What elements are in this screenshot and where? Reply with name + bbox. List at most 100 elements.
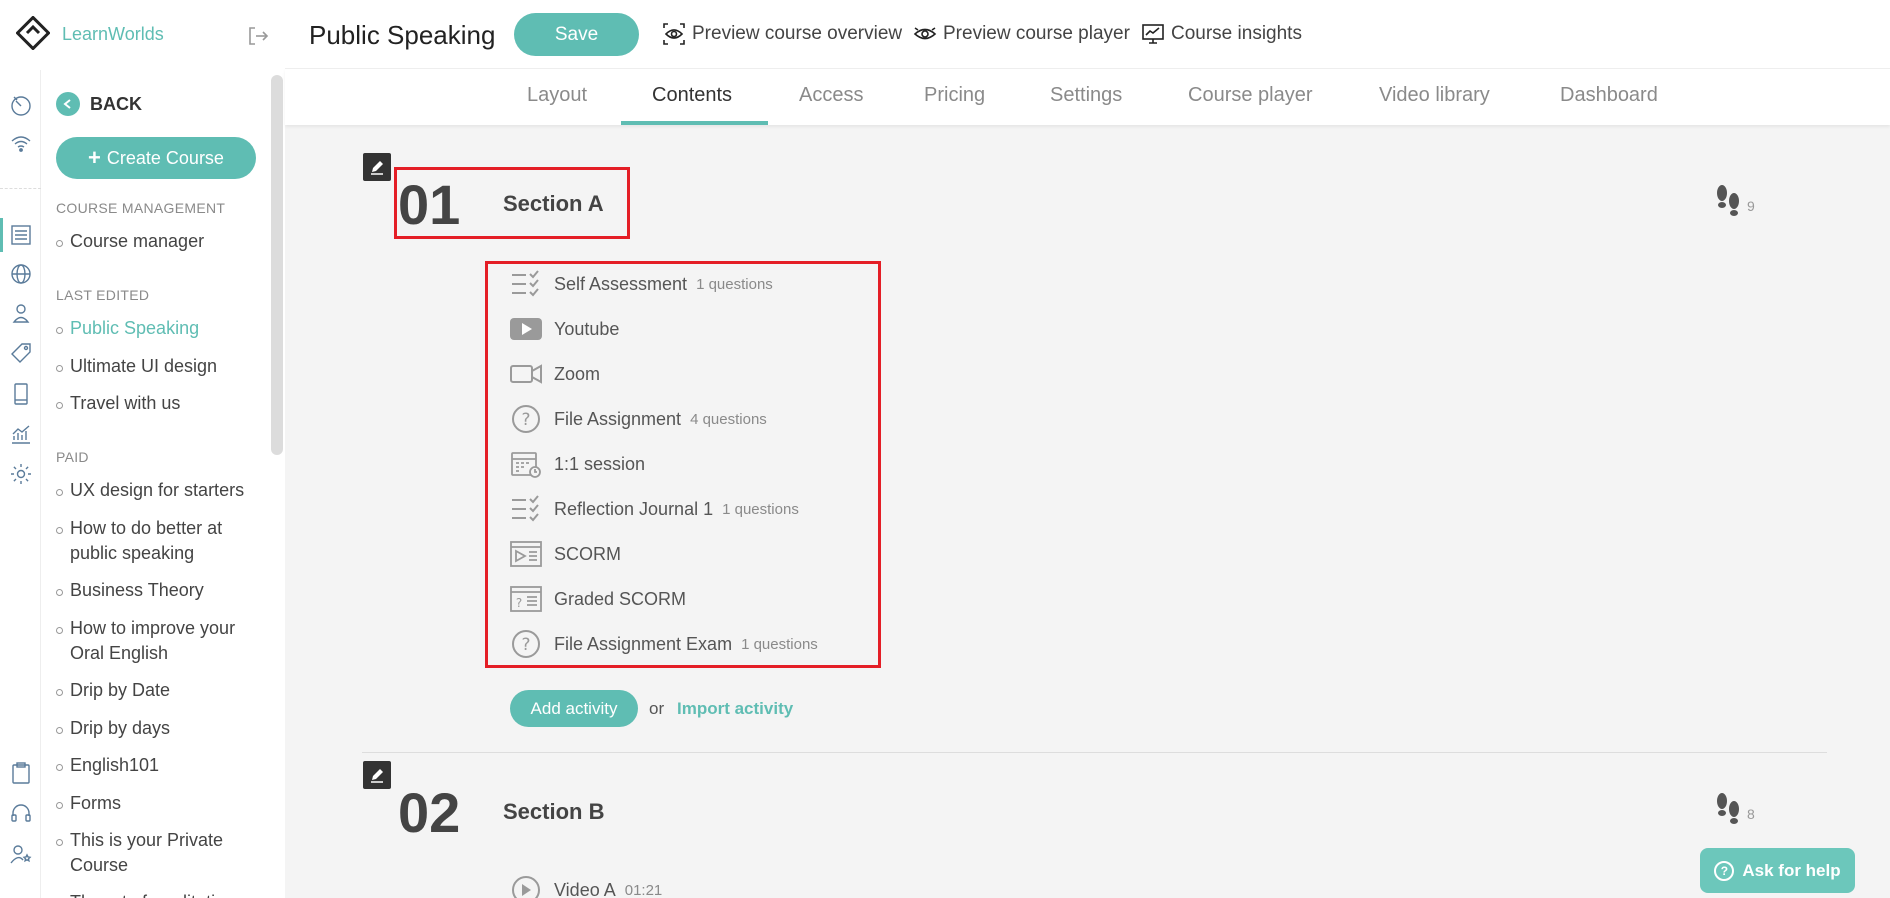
activity-self-assessment[interactable]: Self Assessment 1 questions: [508, 267, 773, 301]
activity-name: Reflection Journal 1: [554, 498, 714, 519]
analytics-icon[interactable]: [8, 421, 34, 447]
sidebar-item-forms[interactable]: Forms: [56, 791, 266, 816]
active-tab-indicator: [621, 121, 768, 125]
sidebar-item-english101[interactable]: English101: [56, 753, 266, 778]
activity-meta: 1 questions: [741, 635, 818, 653]
graded-scorm-icon: ?: [508, 583, 544, 615]
or-text: or: [649, 699, 665, 718]
courses-icon[interactable]: [8, 222, 34, 248]
sidebar-item-course-manager[interactable]: Course manager: [56, 229, 266, 254]
mobile-icon[interactable]: [8, 381, 34, 407]
activity-name: SCORM: [554, 543, 621, 564]
icon-rail: [0, 0, 41, 898]
activity-file-assignment-exam[interactable]: ? File Assignment Exam 1 questions: [508, 627, 818, 661]
activity-meta: 01:21: [624, 881, 663, 898]
tab-dashboard[interactable]: Dashboard: [1560, 84, 1658, 107]
activity-one-on-one-session[interactable]: 1:1 session: [508, 447, 645, 481]
tab-settings[interactable]: Settings: [1050, 84, 1122, 107]
sidebar-item-art-of-meditation[interactable]: The art of meditation: [56, 890, 266, 898]
preview-overview-label: Preview course overview: [692, 23, 903, 44]
activity-name: Graded SCORM: [554, 588, 687, 609]
sidebar-item-drip-by-date[interactable]: Drip by Date: [56, 678, 266, 703]
sidebar-item-public-speaking[interactable]: Public Speaking: [56, 316, 266, 341]
add-activity-button[interactable]: Add activity: [510, 690, 638, 727]
preview-player-label: Preview course player: [943, 23, 1130, 44]
edit-section-b-button[interactable]: [363, 761, 391, 789]
zoom-icon: [508, 358, 544, 390]
page-title: Public Speaking: [309, 20, 496, 50]
dashboard-icon[interactable]: [8, 92, 34, 118]
stars-user-icon[interactable]: [8, 841, 34, 867]
edit-section-a-button[interactable]: [363, 153, 391, 181]
section-b-number: 02: [398, 781, 461, 844]
eye-icon: [913, 27, 937, 40]
section-b-title[interactable]: Section B: [503, 799, 604, 825]
sidebar-heading-course-management: COURSE MANAGEMENT: [56, 200, 226, 216]
question-icon: ?: [508, 628, 544, 660]
section-a-title[interactable]: Section A: [503, 191, 604, 217]
activity-zoom[interactable]: Zoom: [508, 357, 600, 391]
footsteps-icon: [1717, 185, 1739, 216]
activity-video-a[interactable]: Video A 01:21: [508, 873, 662, 898]
tag-icon[interactable]: [8, 340, 34, 366]
svg-text:?: ?: [521, 635, 530, 655]
sidebar-item-private-course[interactable]: This is your Private Course: [56, 828, 266, 878]
activity-graded-scorm[interactable]: ? Graded SCORM: [508, 582, 686, 616]
checklist-icon: [508, 493, 544, 525]
activity-name: Zoom: [554, 363, 601, 384]
activity-reflection-journal[interactable]: Reflection Journal 1 1 questions: [508, 492, 799, 526]
course-insights-link[interactable]: Course insights: [1141, 22, 1302, 46]
section-b-step-count: 8: [1747, 806, 1755, 822]
create-course-label: Create Course: [106, 147, 224, 168]
sidebar-item-drip-by-days[interactable]: Drip by days: [56, 716, 266, 741]
activity-file-assignment[interactable]: ? File Assignment 4 questions: [508, 402, 767, 436]
preview-course-overview-link[interactable]: Preview course overview: [662, 22, 902, 46]
ask-for-help-label: Ask for help: [1742, 860, 1841, 880]
activity-scorm[interactable]: SCORM: [508, 537, 621, 571]
ask-for-help-button[interactable]: ? Ask for help: [1700, 848, 1855, 893]
scorm-icon: [508, 538, 544, 570]
logo-bar: LearnWorlds: [0, 0, 285, 70]
tab-course-player[interactable]: Course player: [1188, 84, 1313, 107]
back-label: BACK: [90, 93, 142, 114]
users-icon[interactable]: [8, 300, 34, 326]
activity-youtube[interactable]: Youtube: [508, 312, 619, 346]
section-a-step-count: 9: [1747, 198, 1755, 214]
sidebar-item-travel-with-us[interactable]: Travel with us: [56, 391, 266, 416]
activity-name: 1:1 session: [554, 453, 646, 474]
video-icon: [508, 874, 544, 898]
import-activity-link[interactable]: Import activity: [677, 699, 793, 719]
tab-layout[interactable]: Layout: [527, 84, 587, 107]
sidebar-item-ultimate-ui-design[interactable]: Ultimate UI design: [56, 354, 266, 379]
learnworlds-logo-icon[interactable]: [16, 16, 50, 50]
globe-icon[interactable]: [8, 261, 34, 287]
tab-contents[interactable]: Contents: [652, 84, 732, 107]
tab-pricing[interactable]: Pricing: [924, 84, 985, 107]
sidebar-heading-last-edited: LAST EDITED: [56, 287, 150, 303]
settings-icon[interactable]: [8, 461, 34, 487]
section-a-steps: 9: [1713, 183, 1755, 223]
chevron-left-icon: [56, 92, 80, 116]
tab-access[interactable]: Access: [799, 84, 863, 107]
preview-course-player-link[interactable]: Preview course player: [913, 22, 1130, 46]
sidebar-item-business-theory[interactable]: Business Theory: [56, 578, 266, 603]
activity-meta: 4 questions: [690, 410, 767, 428]
wifi-icon[interactable]: [8, 131, 34, 157]
save-button[interactable]: Save: [514, 13, 639, 56]
section-divider: [362, 752, 1827, 753]
tab-video-library[interactable]: Video library: [1379, 84, 1490, 107]
back-button[interactable]: BACK: [56, 92, 142, 116]
sidebar-scrollbar[interactable]: [271, 75, 283, 455]
clipboard-icon[interactable]: [8, 760, 34, 786]
svg-text:?: ?: [516, 596, 522, 610]
create-course-button[interactable]: + Create Course: [56, 137, 256, 179]
activity-name: File Assignment Exam: [554, 633, 733, 654]
activity-name: Self Assessment: [554, 273, 688, 294]
headset-icon[interactable]: [8, 801, 34, 827]
collapse-sidebar-icon[interactable]: [246, 24, 270, 48]
question-icon: ?: [508, 403, 544, 435]
sidebar-item-ux-design[interactable]: UX design for starters: [56, 478, 266, 503]
sidebar-item-oral-english[interactable]: How to improve your Oral English: [56, 616, 266, 666]
checklist-icon: [508, 268, 544, 300]
sidebar-item-public-speaking-better[interactable]: How to do better at public speaking: [56, 516, 266, 566]
